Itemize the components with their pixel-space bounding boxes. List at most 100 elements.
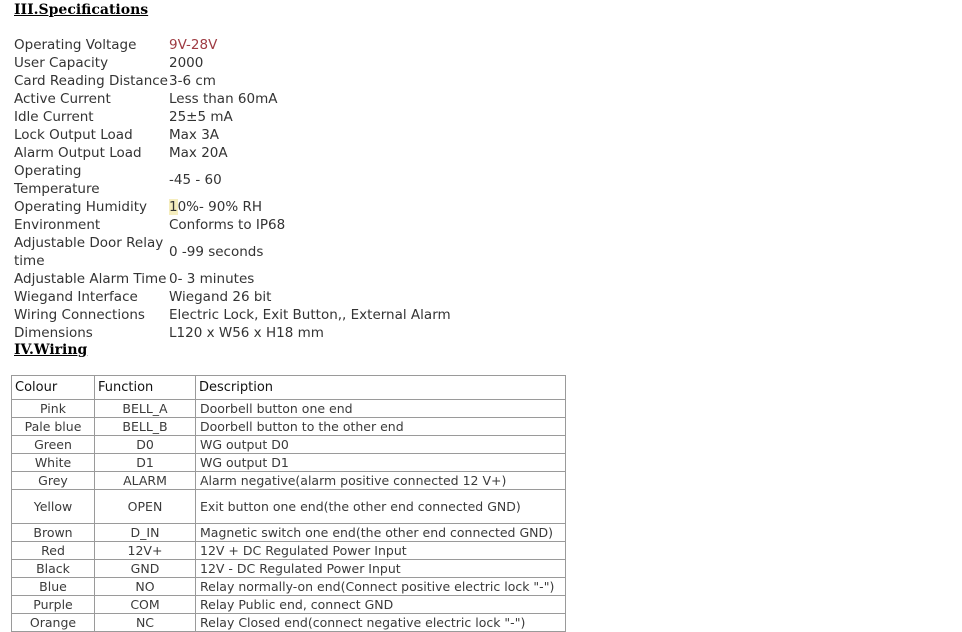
cell-description: WG output D1 — [195, 453, 566, 472]
spec-label: Wiegand Interface — [14, 289, 138, 305]
spec-label: Wiring Connections — [14, 307, 145, 323]
spec-value: 0- 3 minutes — [169, 271, 255, 287]
cell-colour: Red — [11, 541, 95, 560]
table-row: Blue NO Relay normally-on end(Connect posi… — [11, 577, 566, 596]
cell-description: Exit button one end(the other end connec… — [195, 489, 566, 524]
cell-colour: Purple — [11, 595, 95, 614]
cell-colour: Brown — [11, 523, 95, 542]
spec-value: -45 - 60 — [169, 172, 222, 188]
spec-row: Adjustable Alarm Time 0- 3 minutes — [14, 270, 634, 288]
table-row: Purple COM Relay Public end, connect GND — [11, 595, 566, 614]
spec-row: Operating Voltage 9V-28V — [14, 36, 634, 54]
spec-row: Adjustable Door Relay time 0 -99 seconds — [14, 234, 634, 270]
cell-colour: White — [11, 453, 95, 472]
spec-label: Operating Temperature — [14, 163, 100, 197]
spec-value: Less than 60mA — [169, 91, 278, 107]
spec-row: Environment Conforms to IP68 — [14, 216, 634, 234]
highlight-mark: 1 — [169, 199, 178, 215]
spec-row: Wiring Connections Electric Lock, Exit Bu… — [14, 306, 634, 324]
spec-row: Operating Temperature -45 - 60 — [14, 162, 634, 198]
wiring-table: Colour Function Description Pink BELL_A Door… — [11, 375, 566, 632]
spec-label: Alarm Output Load — [14, 145, 142, 161]
spec-label: Environment — [14, 217, 101, 233]
cell-description: 12V - DC Regulated Power Input — [195, 559, 566, 578]
cell-description: Doorbell button to the other end — [195, 417, 566, 436]
spec-value: 25±5 mA — [169, 109, 233, 125]
cell-function: NC — [94, 613, 196, 632]
column-header-desc: Description — [195, 375, 566, 400]
wiring-table-body: Pink BELL_A Doorbell button one end Pale bl… — [11, 399, 566, 632]
spec-value: 0 -99 seconds — [169, 244, 264, 260]
cell-function: D1 — [94, 453, 196, 472]
spec-row: Wiegand Interface Wiegand 26 bit — [14, 288, 634, 306]
spec-value: Conforms to IP68 — [169, 217, 286, 233]
cell-colour: Black — [11, 559, 95, 578]
spec-row: Dimensions L120 x W56 x H18 mm — [14, 324, 634, 342]
spec-label: Dimensions — [14, 325, 93, 341]
cell-description: 12V + DC Regulated Power Input — [195, 541, 566, 560]
cell-function: OPEN — [94, 489, 196, 524]
spec-row: Alarm Output Load Max 20A — [14, 144, 634, 162]
cell-function: GND — [94, 559, 196, 578]
cell-description: WG output D0 — [195, 435, 566, 454]
spec-label: Adjustable Alarm Time — [14, 271, 167, 287]
cell-colour: Pink — [11, 399, 95, 418]
spec-label: Active Current — [14, 91, 111, 107]
cell-colour: Grey — [11, 471, 95, 490]
spec-label: User Capacity — [14, 55, 109, 71]
cell-description: Relay Public end, connect GND — [195, 595, 566, 614]
column-header-colour: Colour — [11, 375, 95, 400]
wiring-table-container: Colour Function Description Pink BELL_A Door… — [11, 375, 566, 632]
cell-function: D_IN — [94, 523, 196, 542]
spec-label: Operating Humidity — [14, 199, 147, 215]
spec-row: Card Reading Distance 3-6 cm — [14, 72, 634, 90]
wiring-heading: IV.Wiring — [14, 342, 88, 358]
table-row: Yellow OPEN Exit button one end(the other … — [11, 489, 566, 524]
cell-description: Relay Closed end(connect negative electr… — [195, 613, 566, 632]
spec-label: Operating Voltage — [14, 37, 137, 53]
cell-description: Magnetic switch one end(the other end co… — [195, 523, 566, 542]
spec-value: L120 x W56 x H18 mm — [169, 325, 324, 341]
specifications-heading: III.Specifications — [14, 2, 149, 18]
spec-value: 3-6 cm — [169, 73, 216, 89]
spec-value: Wiegand 26 bit — [169, 289, 272, 305]
cell-colour: Yellow — [11, 489, 95, 524]
spec-label: Adjustable Door Relay time — [14, 235, 164, 269]
cell-description: Doorbell button one end — [195, 399, 566, 418]
spec-value: 9V-28V — [169, 37, 218, 53]
table-header-row: Colour Function Description — [11, 375, 566, 400]
cell-function: D0 — [94, 435, 196, 454]
spec-row: User Capacity 2000 — [14, 54, 634, 72]
table-row: Pale blue BELL_B Doorbell button to the ot… — [11, 417, 566, 436]
cell-colour: Green — [11, 435, 95, 454]
spec-value: Max 3A — [169, 127, 220, 143]
cell-colour: Blue — [11, 577, 95, 596]
spec-value: Max 20A — [169, 145, 228, 161]
cell-function: 12V+ — [94, 541, 196, 560]
spec-label: Lock Output Load — [14, 127, 133, 143]
cell-function: NO — [94, 577, 196, 596]
table-row: Pink BELL_A Doorbell button one end — [11, 399, 566, 418]
cell-function: BELL_B — [94, 417, 196, 436]
spec-row: Active Current Less than 60mA — [14, 90, 634, 108]
column-header-function: Function — [94, 375, 196, 400]
specifications-list: Operating Voltage 9V-28V User Capacity 2000… — [14, 36, 634, 342]
spec-value: 2000 — [169, 55, 204, 71]
cell-description: Relay normally-on end(Connect positive e… — [195, 577, 566, 596]
table-row: Grey ALARM Alarm negative(alarm positive c… — [11, 471, 566, 490]
table-row: Black GND 12V - DC Regulated Power Input — [11, 559, 566, 578]
spec-label: Idle Current — [14, 109, 94, 125]
spec-row: Idle Current 25±5 mA — [14, 108, 634, 126]
table-row: Red 12V+ 12V + DC Regulated Power Input — [11, 541, 566, 560]
spec-row: Lock Output Load Max 3A — [14, 126, 634, 144]
cell-function: ALARM — [94, 471, 196, 490]
table-row: Brown D_IN Magnetic switch one end(the oth… — [11, 523, 566, 542]
document-page: III.Specifications Operating Voltage 9V-2… — [0, 0, 962, 632]
spec-value: Electric Lock, Exit Button,, External Al… — [169, 307, 451, 323]
table-row: Orange NC Relay Closed end(connect negativ… — [11, 613, 566, 632]
table-row: White D1 WG output D1 — [11, 453, 566, 472]
spec-label: Card Reading Distance — [14, 73, 168, 89]
spec-value: 10%- 90% RH — [169, 199, 263, 215]
table-row: Green D0 WG output D0 — [11, 435, 566, 454]
wiring-table-head: Colour Function Description — [11, 375, 566, 400]
